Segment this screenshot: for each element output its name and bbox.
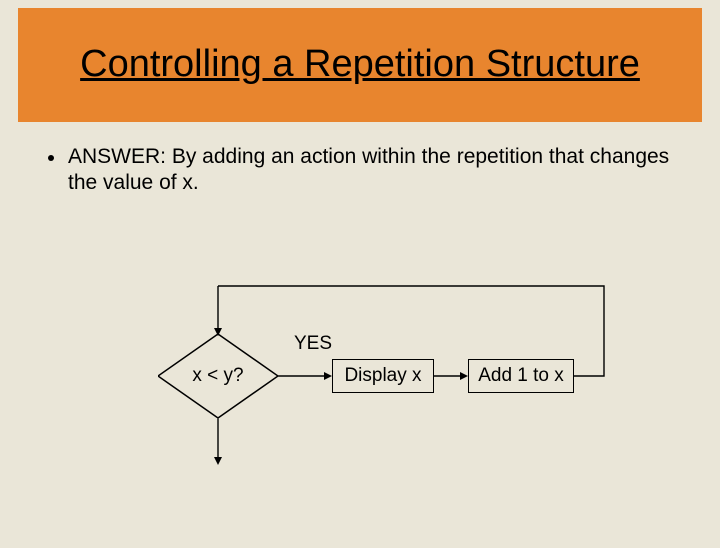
slide-title-bar: Controlling a Repetition Structure [18, 8, 702, 122]
decision-diamond: x < y? [158, 334, 278, 418]
bullet-dot-icon [48, 155, 54, 161]
process-add-1-to-x: Add 1 to x [468, 359, 574, 393]
yes-branch-label: YES [294, 333, 332, 355]
bullet-text: ANSWER: By adding an action within the r… [68, 144, 670, 197]
process-display-x: Display x [332, 359, 434, 393]
decision-label: x < y? [158, 334, 278, 418]
slide-title: Controlling a Repetition Structure [80, 43, 640, 87]
bullet-item: ANSWER: By adding an action within the r… [48, 144, 670, 197]
